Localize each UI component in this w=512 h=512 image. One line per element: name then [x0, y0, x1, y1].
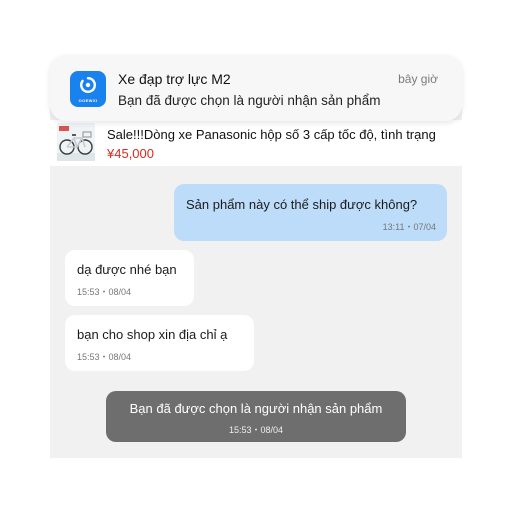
message-bubble-outgoing[interactable]: Sản phẩm này có thể ship được không? 13:…: [174, 184, 447, 241]
system-message: Bạn đã được chọn là người nhận sản phẩm …: [106, 391, 406, 442]
product-thumbnail[interactable]: [57, 123, 95, 161]
message-timestamp: 13:11・07/04: [382, 222, 436, 232]
message-timestamp: 15:53・08/04: [77, 352, 132, 362]
product-price: ¥45,000: [107, 146, 154, 161]
product-header[interactable]: Sale!!!Dòng xe Panasonic hộp số 3 cấp tố…: [50, 120, 462, 166]
push-notification[interactable]: OOEWXI Xe đạp trợ lực M2 bây giờ Bạn đã …: [50, 55, 462, 121]
message-text: dạ được nhé bạn: [77, 262, 177, 277]
product-name[interactable]: Sale!!!Dòng xe Panasonic hộp số 3 cấp tố…: [107, 127, 457, 142]
app-icon-label: OOEWXI: [78, 98, 98, 103]
message-text: bạn cho shop xin địa chỉ ạ: [77, 327, 228, 342]
message-bubble-incoming[interactable]: dạ được nhé bạn 15:53・08/04: [65, 250, 194, 306]
message-bubble-incoming[interactable]: bạn cho shop xin địa chỉ ạ 15:53・08/04: [65, 315, 254, 371]
message-text: Sản phẩm này có thể ship được không?: [186, 197, 418, 212]
system-message-timestamp: 15:53・08/04: [228, 425, 284, 435]
system-message-text: Bạn đã được chọn là người nhận sản phẩm: [129, 401, 383, 416]
message-timestamp: 15:53・08/04: [77, 287, 132, 297]
bicycle-image: [57, 123, 95, 161]
notification-title: Xe đạp trợ lực M2: [118, 71, 231, 87]
notification-time: bây giờ: [398, 72, 438, 86]
notification-body: Bạn đã được chọn là người nhận sản phẩm: [118, 93, 381, 108]
order-app-icon: OOEWXI: [70, 71, 106, 107]
